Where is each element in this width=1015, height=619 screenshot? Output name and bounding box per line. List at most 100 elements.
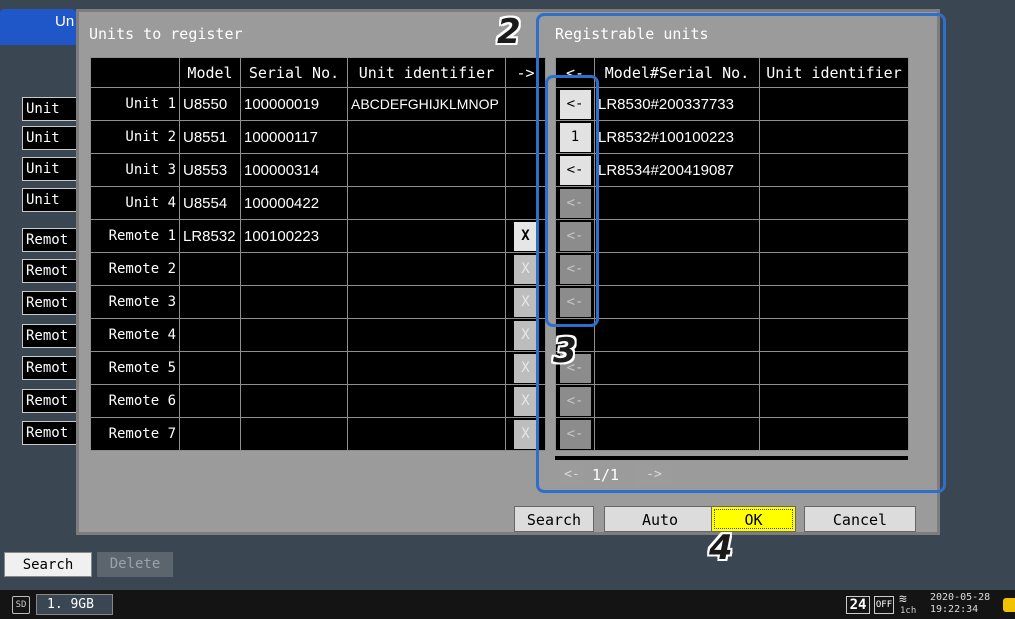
sd-card-icon: SD xyxy=(12,596,30,614)
unit-row-label: Unit 1 xyxy=(90,87,180,121)
unit-model xyxy=(179,318,241,352)
callout-arrow-buttons xyxy=(545,75,599,327)
unit-row-label: Remote 4 xyxy=(90,318,180,352)
remove-x-button[interactable]: X xyxy=(513,320,538,350)
channel-label: 1ch xyxy=(900,606,917,616)
unit-row[interactable]: Unit 3 U8553 100000314 xyxy=(90,153,546,187)
unit-model xyxy=(179,285,241,319)
unit-serial xyxy=(240,252,348,286)
header-serial: Serial No. xyxy=(240,57,348,88)
callout-number-2: 2 xyxy=(497,12,521,52)
unit-serial xyxy=(240,384,348,418)
header-model: Model xyxy=(179,57,241,88)
unit-serial: 100000314 xyxy=(240,153,348,187)
remove-x-button[interactable]: X xyxy=(513,221,538,251)
unit-identifier xyxy=(347,417,506,451)
unit-row-label: Unit 3 xyxy=(90,153,180,187)
background-list-item[interactable]: Unit xyxy=(22,126,78,150)
unit-model xyxy=(179,417,241,451)
unit-serial xyxy=(240,417,348,451)
cancel-button[interactable]: Cancel xyxy=(804,506,916,532)
unit-row-label: Remote 3 xyxy=(90,285,180,319)
background-list-item[interactable]: Remot xyxy=(22,228,78,252)
status-date: 2020-05-28 xyxy=(930,592,991,603)
unit-identifier xyxy=(347,219,506,253)
wireless-icon: ≋ xyxy=(899,592,907,607)
unit-identifier: ABCDEFGHIJKLMNOP xyxy=(347,87,506,121)
unit-model: U8553 xyxy=(179,153,241,187)
status-badge-24: 24 xyxy=(846,596,870,614)
unit-row-label: Unit 4 xyxy=(90,186,180,220)
unit-row[interactable]: Unit 2 U8551 100000117 xyxy=(90,120,546,154)
background-list-item[interactable]: Remot xyxy=(22,291,78,315)
wifi-strength-icon xyxy=(1003,598,1015,612)
units-to-register-table: Model Serial No. Unit identifier -> Unit… xyxy=(90,57,546,451)
callout-number-3: 3 xyxy=(553,331,577,371)
unit-identifier xyxy=(347,318,506,352)
unit-model: LR8532 xyxy=(179,219,241,253)
unit-serial xyxy=(240,318,348,352)
unit-row-label: Remote 5 xyxy=(90,351,180,385)
unit-identifier xyxy=(347,384,506,418)
unit-row[interactable]: Remote 6 X xyxy=(90,384,546,418)
background-list-item[interactable]: Remot xyxy=(22,259,78,283)
unit-row[interactable]: Remote 5 X xyxy=(90,351,546,385)
unit-serial xyxy=(240,351,348,385)
unit-identifier xyxy=(347,285,506,319)
search-button[interactable]: Search xyxy=(514,506,594,532)
unit-identifier xyxy=(347,252,506,286)
unit-model xyxy=(179,384,241,418)
background-list-item[interactable]: Remot xyxy=(22,421,78,445)
remove-x-button[interactable]: X xyxy=(513,386,538,416)
unit-serial: 100000019 xyxy=(240,87,348,121)
unit-model: U8550 xyxy=(179,87,241,121)
unit-row-label: Unit 2 xyxy=(90,120,180,154)
background-delete-button[interactable]: Delete xyxy=(97,552,173,577)
remove-x-button[interactable]: X xyxy=(513,254,538,284)
unit-row[interactable]: Remote 1 LR8532 100100223 X xyxy=(90,219,546,253)
background-list-item[interactable]: Unit xyxy=(22,157,78,181)
unit-row[interactable]: Remote 2 X xyxy=(90,252,546,286)
header-unit-identifier: Unit identifier xyxy=(347,57,506,88)
units-to-register-title: Units to register xyxy=(89,25,243,43)
unit-model xyxy=(179,351,241,385)
remove-x-button[interactable]: X xyxy=(513,287,538,317)
unit-identifier xyxy=(347,186,506,220)
unit-row-label: Remote 2 xyxy=(90,252,180,286)
background-list-item[interactable]: Remot xyxy=(22,389,78,413)
unit-serial: 100000422 xyxy=(240,186,348,220)
unit-identifier xyxy=(347,351,506,385)
unit-row-label: Remote 7 xyxy=(90,417,180,451)
background-search-button[interactable]: Search xyxy=(4,552,92,577)
unit-row[interactable]: Remote 4 X xyxy=(90,318,546,352)
header-blank xyxy=(90,57,180,88)
background-tab[interactable]: Un xyxy=(0,9,76,45)
unit-row[interactable]: Remote 7 X xyxy=(90,417,546,451)
remove-x-button[interactable]: X xyxy=(513,419,538,449)
unit-row-label: Remote 6 xyxy=(90,384,180,418)
remove-x-button[interactable]: X xyxy=(513,353,538,383)
unit-row[interactable]: Unit 1 U8550 100000019 ABCDEFGHIJKLMNOP xyxy=(90,87,546,121)
background-list-item[interactable]: Unit xyxy=(22,97,78,121)
unit-model: U8554 xyxy=(179,186,241,220)
units-table-header: Model Serial No. Unit identifier -> xyxy=(90,57,546,88)
unit-row[interactable]: Remote 3 X xyxy=(90,285,546,319)
auto-button[interactable]: Auto xyxy=(604,506,716,532)
unit-model: U8551 xyxy=(179,120,241,154)
unit-identifier xyxy=(347,120,506,154)
unit-model xyxy=(179,252,241,286)
background-list-item[interactable]: Remot xyxy=(22,356,78,380)
status-bar: SD 1. 9GB 24 OFF ≋ 1ch 2020-05-28 19:22:… xyxy=(0,590,1015,619)
unit-row[interactable]: Unit 4 U8554 100000422 xyxy=(90,186,546,220)
unit-identifier xyxy=(347,153,506,187)
unit-row-label: Remote 1 xyxy=(90,219,180,253)
storage-free: 1. 9GB xyxy=(36,594,113,615)
background-list-item[interactable]: Remot xyxy=(22,324,78,348)
unit-serial: 100000117 xyxy=(240,120,348,154)
callout-number-4: 4 xyxy=(709,528,733,568)
status-off-badge: OFF xyxy=(874,596,894,614)
unit-serial: 100100223 xyxy=(240,219,348,253)
status-time: 19:22:34 xyxy=(930,604,979,615)
unit-serial xyxy=(240,285,348,319)
background-list-item[interactable]: Unit xyxy=(22,188,78,212)
